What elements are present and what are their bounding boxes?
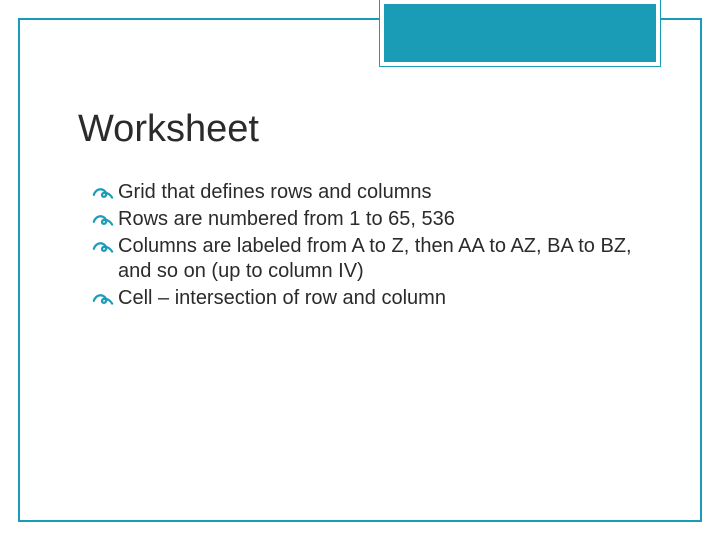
slide-title: Worksheet: [78, 108, 259, 151]
swirl-bullet-icon: [92, 209, 114, 231]
swirl-bullet-icon: [92, 288, 114, 310]
bullet-text: Cell – intersection of row and column: [118, 286, 640, 311]
bullet-text: Grid that defines rows and columns: [118, 180, 640, 205]
bullet-text: Columns are labeled from A to Z, then AA…: [118, 234, 640, 284]
bullet-text: Rows are numbered from 1 to 65, 536: [118, 207, 640, 232]
swirl-bullet-icon: [92, 236, 114, 258]
list-item: Grid that defines rows and columns: [92, 180, 640, 205]
slide: Worksheet Grid that defines rows and col…: [0, 0, 720, 540]
list-item: Cell – intersection of row and column: [92, 286, 640, 311]
header-accent-box: [380, 0, 660, 66]
swirl-bullet-icon: [92, 182, 114, 204]
content-area: Grid that defines rows and columns Rows …: [92, 180, 640, 313]
list-item: Columns are labeled from A to Z, then AA…: [92, 234, 640, 284]
list-item: Rows are numbered from 1 to 65, 536: [92, 207, 640, 232]
